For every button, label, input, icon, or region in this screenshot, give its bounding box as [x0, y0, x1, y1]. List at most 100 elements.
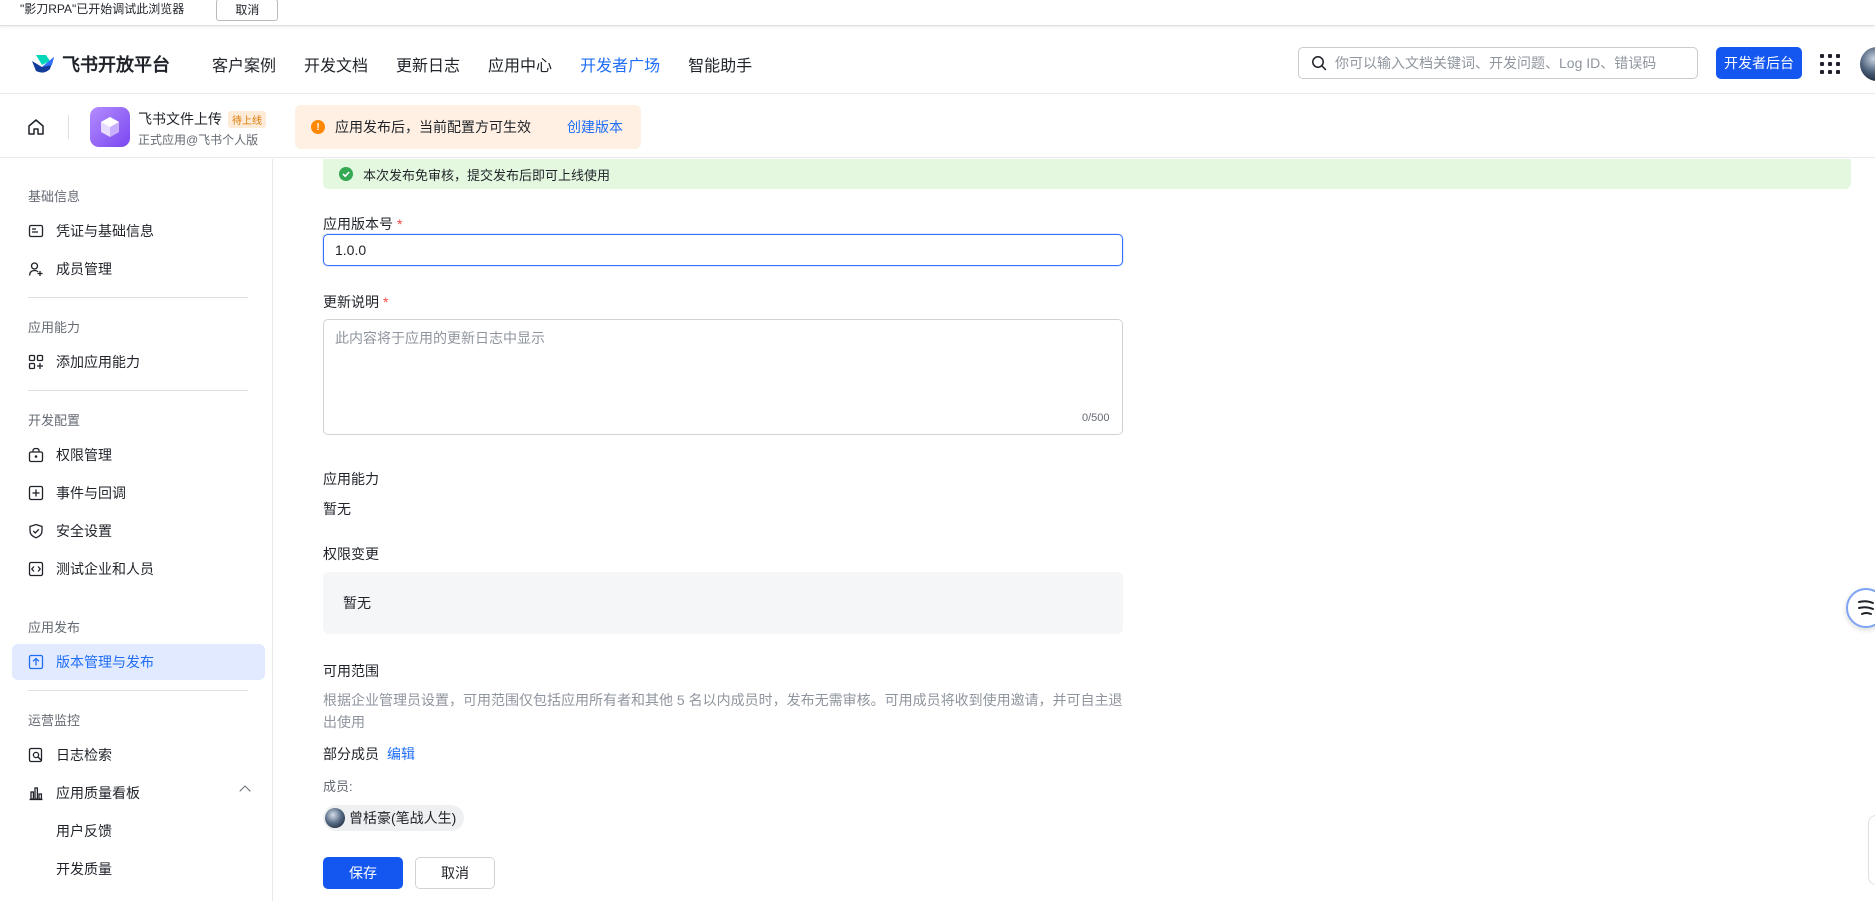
- sidebar-divider: [28, 297, 248, 298]
- main-content: 本次发布免审核，提交发布后即可上线使用 应用版本号* 更新说明* 0/500 应…: [298, 159, 1875, 901]
- section-dev-config: 开发配置: [28, 413, 81, 428]
- section-app-ability: 应用能力: [28, 320, 81, 335]
- update-label: 更新说明 *: [323, 292, 388, 312]
- search-input[interactable]: [1335, 55, 1675, 71]
- permission-value: 暂无: [343, 595, 371, 611]
- sidebar-item-label: 成员管理: [56, 261, 112, 277]
- divider: [68, 115, 69, 139]
- sidebar-item-add-ability[interactable]: 添加应用能力: [12, 344, 265, 380]
- sidebar-item-label: 日志检索: [56, 747, 112, 763]
- scope-label: 可用范围: [323, 663, 379, 679]
- ability-value: 暂无: [323, 501, 351, 517]
- status-badge: 待上线: [228, 110, 266, 128]
- sidebar-item-label: 开发质量: [56, 861, 112, 877]
- member-chip[interactable]: 曾栝豪(笔战人生): [323, 805, 465, 831]
- version-input[interactable]: [323, 234, 1123, 266]
- top-header: 飞书开放平台 客户案例 开发文档 更新日志 应用中心 开发者广场 智能助手 开发…: [0, 34, 1875, 94]
- chevron-up-icon[interactable]: [239, 785, 251, 797]
- required-mark: *: [383, 294, 389, 310]
- ability-label: 应用能力: [323, 471, 379, 487]
- permission-box: 暂无: [323, 572, 1123, 634]
- apps-grid-icon[interactable]: [1820, 54, 1840, 74]
- sidebar-item-members[interactable]: 成员管理: [12, 251, 265, 287]
- side-float-tab[interactable]: [1868, 815, 1875, 885]
- code-icon: [28, 561, 44, 577]
- sidebar-item-label: 凭证与基础信息: [56, 223, 154, 239]
- app-name: 飞书文件上传 待上线: [138, 109, 266, 129]
- user-avatar[interactable]: [1860, 47, 1875, 81]
- logo-text: 飞书开放平台: [62, 54, 170, 75]
- create-version-link[interactable]: 创建版本: [567, 117, 623, 137]
- edit-scope-link[interactable]: 编辑: [387, 746, 415, 762]
- search-icon: [1312, 56, 1327, 71]
- version-label: 应用版本号 *: [323, 214, 402, 234]
- sidebar-item-label: 用户反馈: [56, 823, 112, 839]
- debug-cancel-button[interactable]: 取消: [216, 0, 279, 21]
- upload-icon: [28, 654, 44, 670]
- sidebar-item-label: 添加应用能力: [56, 354, 140, 370]
- sidebar-item-label: 权限管理: [56, 447, 112, 463]
- logo[interactable]: 飞书开放平台: [30, 51, 170, 77]
- sidebar-item-dev-quality[interactable]: 开发质量: [12, 851, 265, 887]
- section-app-release: 应用发布: [28, 620, 81, 635]
- event-icon: [28, 485, 44, 501]
- version-label-text: 应用版本号: [323, 216, 393, 232]
- sidebar-item-credentials[interactable]: 凭证与基础信息: [12, 213, 265, 249]
- nav-changelog[interactable]: 更新日志: [396, 52, 460, 76]
- scope-value-row: 部分成员 编辑: [323, 744, 415, 764]
- sidebar-divider: [28, 690, 248, 691]
- sidebar-item-label: 测试企业和人员: [56, 561, 154, 577]
- sidebar-item-events[interactable]: 事件与回调: [12, 475, 265, 511]
- credential-icon: [28, 223, 44, 239]
- debug-message: "影刀RPA"已开始调试此浏览器: [20, 2, 185, 16]
- save-button[interactable]: 保存: [323, 857, 403, 889]
- permission-label: 权限变更: [323, 546, 379, 562]
- developer-console-button[interactable]: 开发者后台: [1716, 47, 1802, 79]
- user-add-icon: [28, 261, 44, 277]
- lock-bag-icon: [28, 447, 44, 463]
- nav-customer-cases[interactable]: 客户案例: [212, 52, 276, 76]
- scope-value: 部分成员: [323, 746, 379, 762]
- shield-icon: [28, 523, 44, 539]
- nav-ai-assistant[interactable]: 智能助手: [688, 52, 752, 76]
- feishu-logo-icon: [32, 54, 54, 73]
- sidebar-item-quality-board[interactable]: 应用质量看板: [12, 775, 265, 811]
- sidebar-item-version-release[interactable]: 版本管理与发布: [12, 644, 265, 680]
- cancel-button[interactable]: 取消: [415, 857, 495, 889]
- update-label-text: 更新说明: [323, 294, 379, 310]
- section-basic-info: 基础信息: [28, 189, 81, 204]
- sidebar-item-user-feedback[interactable]: 用户反馈: [12, 813, 265, 849]
- member-name: 曾栝豪(笔战人生): [349, 810, 457, 826]
- sidebar-item-label: 事件与回调: [56, 485, 126, 501]
- section-ops-monitor: 运营监控: [28, 713, 81, 728]
- debug-bar: "影刀RPA"已开始调试此浏览器 取消: [0, 0, 1875, 26]
- success-text: 本次发布免审核，提交发布后即可上线使用: [363, 167, 611, 183]
- sidebar-item-security[interactable]: 安全设置: [12, 513, 265, 549]
- app-subtitle: 正式应用@飞书个人版: [138, 133, 259, 147]
- check-circle-icon: [339, 167, 353, 181]
- nav-app-center[interactable]: 应用中心: [488, 52, 552, 76]
- required-mark: *: [397, 216, 403, 232]
- config-notice: ! 应用发布后，当前配置方可生效 创建版本: [295, 105, 641, 149]
- nav-developer-square[interactable]: 开发者广场: [580, 52, 660, 76]
- sidebar-item-log-search[interactable]: 日志检索: [12, 737, 265, 773]
- chart-icon: [28, 785, 44, 801]
- notice-text: 应用发布后，当前配置方可生效: [335, 119, 531, 135]
- sidebar-item-test-enterprise[interactable]: 测试企业和人员: [12, 551, 265, 587]
- grid-add-icon: [28, 354, 44, 370]
- app-icon: [90, 107, 130, 147]
- nav-dev-docs[interactable]: 开发文档: [304, 52, 368, 76]
- home-icon[interactable]: [26, 117, 46, 137]
- app-bar: 飞书文件上传 待上线 正式应用@飞书个人版 ! 应用发布后，当前配置方可生效 创…: [0, 95, 1875, 158]
- update-notes-textarea[interactable]: [323, 319, 1123, 435]
- search-box[interactable]: [1298, 47, 1698, 79]
- sidebar: 基础信息 凭证与基础信息 成员管理 应用能力 添加应用能力 开发配置 权限管理 …: [0, 159, 273, 901]
- top-nav: 客户案例 开发文档 更新日志 应用中心 开发者广场 智能助手: [212, 52, 780, 76]
- sidebar-item-permissions[interactable]: 权限管理: [12, 437, 265, 473]
- sidebar-item-label: 安全设置: [56, 523, 112, 539]
- sidebar-divider: [28, 390, 248, 391]
- app-name-text: 飞书文件上传: [138, 111, 222, 127]
- scope-description: 根据企业管理员设置，可用范围仅包括应用所有者和其他 5 名以内成员时，发布无需审…: [323, 692, 1123, 730]
- sidebar-item-label: 应用质量看板: [56, 785, 140, 801]
- log-search-icon: [28, 747, 44, 763]
